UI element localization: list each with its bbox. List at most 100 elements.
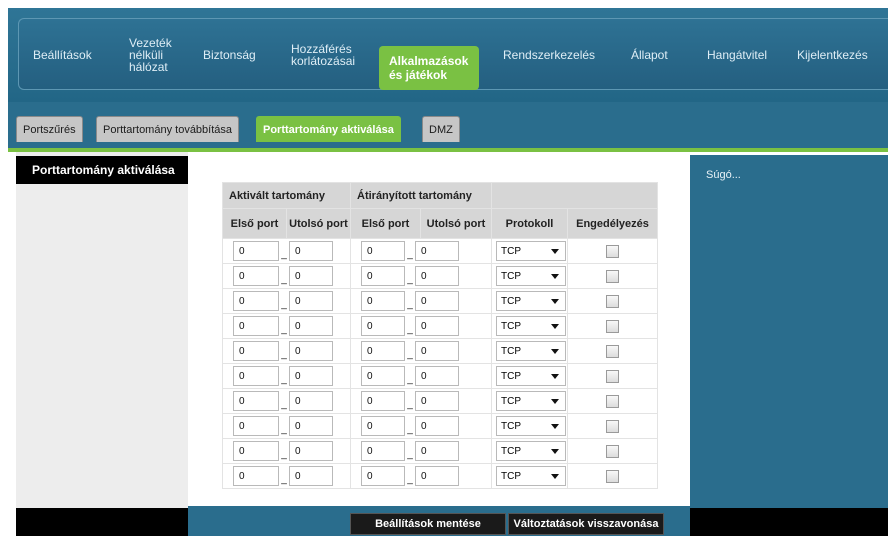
protocol-value: TCP (501, 470, 521, 482)
protocol-value: TCP (501, 445, 521, 457)
forwarded-first-port-input[interactable]: 0 (361, 291, 405, 311)
protocol-select[interactable]: TCP (496, 366, 566, 386)
triggered-last-port-input[interactable]: 0 (289, 341, 333, 361)
nav-item-status[interactable]: Állapot (631, 19, 668, 91)
enable-checkbox[interactable] (606, 469, 619, 483)
triggered-last-port-input[interactable]: 0 (289, 441, 333, 461)
bottom-bar-left (16, 508, 188, 536)
triggered-last-port-input[interactable]: 0 (289, 241, 333, 261)
forwarded-range-cell: 0 _ 0 (350, 388, 492, 414)
save-settings-button[interactable]: Beállítások mentése (350, 513, 506, 535)
protocol-select[interactable]: TCP (496, 316, 566, 336)
protocol-select[interactable]: TCP (496, 341, 566, 361)
table-row: 0 _ 0 0 _ 0 TCP (222, 238, 658, 264)
nav-item-setup[interactable]: Beállítások (33, 19, 92, 91)
range-separator: _ (407, 323, 413, 335)
forwarded-last-port-input[interactable]: 0 (415, 241, 459, 261)
forwarded-last-port-input[interactable]: 0 (415, 266, 459, 286)
tab-port-range-forwarding[interactable]: Porttartomány továbbítása (96, 116, 240, 142)
forwarded-first-port-input[interactable]: 0 (361, 391, 405, 411)
triggered-first-port-input[interactable]: 0 (233, 291, 279, 311)
forwarded-last-port-input[interactable]: 0 (415, 466, 459, 486)
enable-checkbox[interactable] (606, 344, 619, 358)
triggered-first-port-input[interactable]: 0 (233, 341, 279, 361)
forwarded-last-port-input[interactable]: 0 (415, 391, 459, 411)
triggered-last-port-input[interactable]: 0 (289, 266, 333, 286)
triggered-range-cell: 0 _ 0 (222, 438, 351, 464)
forwarded-last-port-input[interactable]: 0 (415, 291, 459, 311)
triggered-first-port-input[interactable]: 0 (233, 241, 279, 261)
enable-checkbox[interactable] (606, 244, 619, 258)
nav-item-wireless[interactable]: Vezeték nélküli hálózat (129, 19, 191, 91)
forwarded-first-port-input[interactable]: 0 (361, 366, 405, 386)
forwarded-first-port-input[interactable]: 0 (361, 466, 405, 486)
forwarded-range-cell: 0 _ 0 (350, 413, 492, 439)
triggered-first-port-input[interactable]: 0 (233, 366, 279, 386)
triggered-last-port-input[interactable]: 0 (289, 366, 333, 386)
chevron-down-icon (551, 423, 559, 429)
nav-item-administration[interactable]: Rendszerkezelés (503, 19, 595, 91)
triggered-range-cell: 0 _ 0 (222, 413, 351, 439)
triggered-last-port-input[interactable]: 0 (289, 291, 333, 311)
nav-item-security[interactable]: Biztonság (203, 19, 256, 91)
protocol-select[interactable]: TCP (496, 291, 566, 311)
nav-item-logout[interactable]: Kijelentkezés (797, 19, 868, 91)
tab-port-range-triggering[interactable]: Porttartomány aktiválása (256, 116, 401, 142)
triggered-last-port-input[interactable]: 0 (289, 316, 333, 336)
protocol-cell: TCP (491, 363, 568, 389)
cancel-changes-button[interactable]: Változtatások visszavonása (508, 513, 664, 535)
enable-checkbox[interactable] (606, 444, 619, 458)
triggered-last-port-input[interactable]: 0 (289, 466, 333, 486)
triggered-range-cell: 0 _ 0 (222, 363, 351, 389)
forwarded-last-port-input[interactable]: 0 (415, 441, 459, 461)
enable-checkbox[interactable] (606, 319, 619, 333)
triggered-first-port-input[interactable]: 0 (233, 441, 279, 461)
tab-dmz[interactable]: DMZ (422, 116, 460, 142)
range-separator: _ (281, 473, 287, 485)
triggered-range-header: Aktivált tartomány (222, 182, 351, 209)
help-link[interactable]: Súgó... (706, 169, 741, 181)
range-separator: _ (281, 298, 287, 310)
enable-cell (567, 413, 658, 439)
enable-cell (567, 388, 658, 414)
enable-checkbox[interactable] (606, 394, 619, 408)
enable-checkbox[interactable] (606, 294, 619, 308)
range-separator: _ (407, 298, 413, 310)
tab-port-filtering[interactable]: Portszűrés (16, 116, 83, 142)
protocol-select[interactable]: TCP (496, 466, 566, 486)
enable-checkbox[interactable] (606, 269, 619, 283)
triggered-range-cell: 0 _ 0 (222, 338, 351, 364)
protocol-select[interactable]: TCP (496, 391, 566, 411)
triggered-first-port-input[interactable]: 0 (233, 391, 279, 411)
protocol-select[interactable]: TCP (496, 416, 566, 436)
protocol-cell: TCP (491, 413, 568, 439)
nav-item-applications-gaming[interactable]: Alkalmazások és játékok (379, 46, 479, 90)
triggered-last-port-input[interactable]: 0 (289, 416, 333, 436)
nav-item-access-restrictions[interactable]: Hozzáférés korlátozásai (291, 19, 371, 91)
triggered-last-port-input[interactable]: 0 (289, 391, 333, 411)
protocol-select[interactable]: TCP (496, 441, 566, 461)
forwarded-last-port-input[interactable]: 0 (415, 416, 459, 436)
forwarded-first-port-input[interactable]: 0 (361, 241, 405, 261)
forwarded-first-port-input[interactable]: 0 (361, 266, 405, 286)
forwarded-last-port-input[interactable]: 0 (415, 366, 459, 386)
enable-cell (567, 238, 658, 264)
forwarded-last-port-input[interactable]: 0 (415, 316, 459, 336)
enable-checkbox[interactable] (606, 419, 619, 433)
forwarded-range-cell: 0 _ 0 (350, 263, 492, 289)
protocol-select[interactable]: TCP (496, 241, 566, 261)
triggered-first-port-input[interactable]: 0 (233, 466, 279, 486)
triggered-first-port-input[interactable]: 0 (233, 416, 279, 436)
forwarded-first-port-input[interactable]: 0 (361, 441, 405, 461)
triggered-first-port-input[interactable]: 0 (233, 316, 279, 336)
protocol-select[interactable]: TCP (496, 266, 566, 286)
forwarded-first-port-input[interactable]: 0 (361, 341, 405, 361)
table-row: 0 _ 0 0 _ 0 TCP (222, 438, 658, 464)
forwarded-last-port-input[interactable]: 0 (415, 341, 459, 361)
nav-item-voice[interactable]: Hangátvitel (707, 19, 767, 91)
forwarded-first-port-input[interactable]: 0 (361, 416, 405, 436)
enable-checkbox[interactable] (606, 369, 619, 383)
triggered-first-port-input[interactable]: 0 (233, 266, 279, 286)
forwarded-first-port-input[interactable]: 0 (361, 316, 405, 336)
table-row: 0 _ 0 0 _ 0 TCP (222, 263, 658, 289)
